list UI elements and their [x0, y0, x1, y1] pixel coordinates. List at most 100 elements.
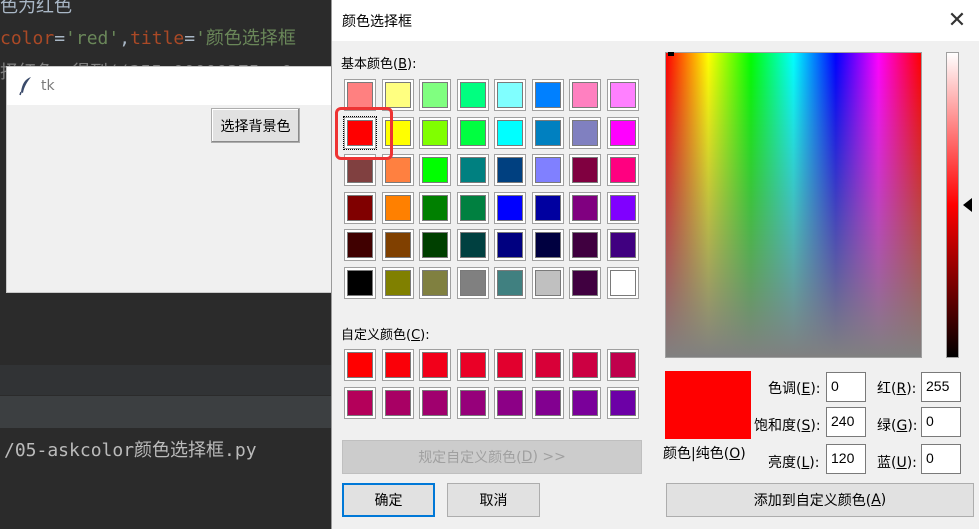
button-key: D	[521, 449, 533, 465]
button-text: ) >>	[532, 449, 566, 465]
basic-color-swatch[interactable]	[570, 267, 600, 298]
custom-color-swatch[interactable]	[607, 350, 638, 380]
luminance-arrow-icon[interactable]	[963, 198, 972, 212]
basic-color-swatch[interactable]	[457, 192, 488, 223]
basic-color-swatch[interactable]	[382, 192, 413, 223]
basic-color-swatch[interactable]	[570, 230, 600, 260]
basic-color-swatch[interactable]	[457, 267, 488, 298]
selection-highlight	[335, 107, 393, 160]
red-input[interactable]: 255	[921, 372, 961, 402]
custom-color-swatch[interactable]	[382, 387, 413, 418]
custom-color-swatch[interactable]	[420, 350, 450, 380]
saturation-input[interactable]: 240	[826, 407, 866, 437]
basic-color-swatch[interactable]	[345, 267, 375, 298]
spectrum-crosshair[interactable]	[668, 52, 674, 56]
basic-color-swatch[interactable]	[495, 155, 525, 185]
basic-color-swatch[interactable]	[382, 267, 413, 298]
basic-color-swatch[interactable]	[495, 230, 525, 260]
code-token: '颜色选择框	[195, 28, 296, 49]
close-icon[interactable]: ✕	[934, 0, 979, 41]
basic-color-swatch[interactable]	[495, 192, 525, 223]
ide-panel-band	[0, 396, 340, 428]
basic-color-swatch[interactable]	[345, 192, 375, 223]
basic-color-swatch[interactable]	[457, 155, 488, 185]
label-text: ):	[420, 328, 430, 343]
ide-file-path[interactable]: /05-askcolor颜色选择框.py	[4, 436, 257, 462]
basic-color-swatch[interactable]	[570, 80, 600, 110]
label-key: O	[729, 446, 741, 462]
basic-color-swatch[interactable]	[532, 117, 563, 148]
custom-color-swatch[interactable]	[495, 350, 525, 380]
basic-color-swatch[interactable]	[607, 230, 638, 260]
custom-color-swatch[interactable]	[345, 387, 375, 418]
basic-color-swatch[interactable]	[607, 80, 638, 110]
choose-background-button[interactable]: 选择背景色	[211, 108, 300, 143]
custom-color-swatch[interactable]	[532, 350, 563, 380]
basic-color-swatch[interactable]	[607, 192, 638, 223]
basic-color-swatch[interactable]	[420, 267, 450, 298]
button-key: A	[871, 492, 881, 508]
color-preview	[665, 371, 751, 439]
code-token: 'red'	[65, 28, 120, 49]
basic-color-swatch[interactable]	[532, 230, 563, 260]
basic-color-swatch[interactable]	[457, 230, 488, 260]
custom-color-swatch[interactable]	[495, 387, 525, 418]
custom-color-swatch[interactable]	[457, 387, 488, 418]
basic-color-swatch[interactable]	[570, 117, 600, 148]
button-text: )	[880, 492, 887, 508]
custom-color-swatch[interactable]	[607, 387, 638, 418]
luminance-slider[interactable]	[946, 52, 959, 358]
saturation-label: 饱和度(S):	[754, 415, 821, 435]
label-text: 基本颜色(	[341, 57, 399, 72]
add-to-custom-colors-button[interactable]: 添加到自定义颜色(A)	[666, 483, 974, 517]
define-custom-colors-button[interactable]: 规定自定义颜色(D) >>	[342, 440, 642, 474]
basic-color-swatch[interactable]	[457, 80, 488, 110]
custom-color-swatch[interactable]	[382, 350, 413, 380]
basic-color-swatch[interactable]	[570, 192, 600, 223]
label-text: ):	[407, 57, 417, 72]
custom-color-swatch[interactable]	[532, 387, 563, 418]
green-input[interactable]: 0	[921, 407, 961, 437]
basic-color-swatch[interactable]	[532, 192, 563, 223]
ok-button[interactable]: 确定	[342, 483, 435, 517]
button-text: 添加到自定义颜色(	[753, 493, 872, 509]
hue-input[interactable]: 0	[826, 372, 866, 402]
label-key: C	[411, 328, 421, 343]
basic-color-swatch[interactable]	[495, 267, 525, 298]
basic-color-swatch[interactable]	[570, 155, 600, 185]
basic-color-swatch[interactable]	[345, 80, 375, 110]
code-line-1: 色为红色	[0, 0, 72, 17]
dialog-titlebar[interactable]: 颜色选择框 ✕	[332, 0, 979, 41]
label-key: U	[896, 455, 907, 471]
custom-color-swatch[interactable]	[457, 350, 488, 380]
custom-color-swatch[interactable]	[345, 350, 375, 380]
custom-color-swatch[interactable]	[570, 387, 600, 418]
label-text: 色调(	[768, 381, 802, 397]
basic-color-swatch[interactable]	[420, 155, 450, 185]
label-text: ):	[906, 455, 917, 471]
basic-color-swatch[interactable]	[345, 230, 375, 260]
tk-titlebar[interactable]: tk	[7, 67, 331, 105]
blue-input[interactable]: 0	[921, 444, 961, 474]
luminance-input[interactable]: 120	[826, 444, 866, 474]
basic-color-swatch[interactable]	[420, 117, 450, 148]
basic-color-swatch[interactable]	[607, 267, 638, 298]
basic-color-swatch[interactable]	[420, 192, 450, 223]
basic-color-swatch[interactable]	[607, 117, 638, 148]
custom-color-swatch[interactable]	[570, 350, 600, 380]
basic-color-swatch[interactable]	[607, 155, 638, 185]
color-spectrum[interactable]	[665, 52, 922, 358]
basic-color-swatch[interactable]	[495, 117, 525, 148]
custom-color-swatch[interactable]	[420, 387, 450, 418]
basic-color-swatch[interactable]	[382, 80, 413, 110]
basic-color-swatch[interactable]	[420, 230, 450, 260]
basic-color-swatch[interactable]	[532, 80, 563, 110]
feather-icon	[19, 77, 31, 96]
basic-color-swatch[interactable]	[532, 155, 563, 185]
basic-color-swatch[interactable]	[420, 80, 450, 110]
basic-color-swatch[interactable]	[457, 117, 488, 148]
basic-color-swatch[interactable]	[495, 80, 525, 110]
cancel-button[interactable]: 取消	[447, 483, 540, 517]
basic-color-swatch[interactable]	[532, 267, 563, 298]
basic-color-swatch[interactable]	[382, 230, 413, 260]
